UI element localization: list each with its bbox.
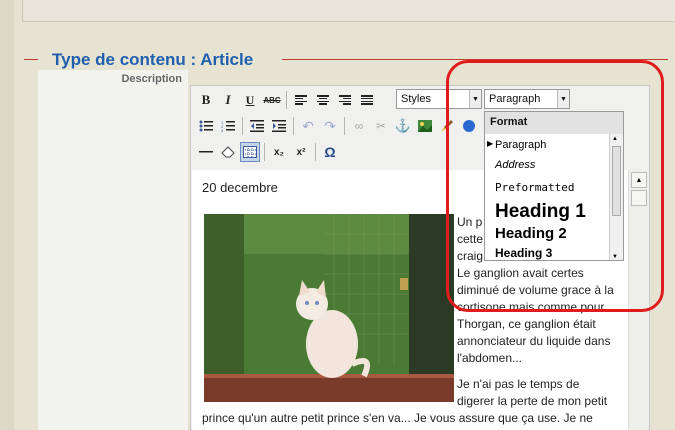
top-panel — [22, 0, 675, 22]
text-line: digerer la perte de mon petit — [457, 394, 608, 408]
remove-format-button[interactable] — [218, 142, 238, 162]
italic-button[interactable]: I — [218, 90, 238, 110]
special-char-button[interactable]: Ω — [320, 142, 340, 162]
anchor-button[interactable]: ⚓ — [393, 116, 413, 136]
image-icon — [418, 120, 432, 132]
toolbar-separator — [242, 117, 243, 135]
outdent-button[interactable] — [247, 116, 267, 136]
align-center-button[interactable] — [313, 90, 333, 110]
text-line: Thorgan, ce ganglion était — [457, 317, 596, 331]
text-line: Je n'ai pas le temps de — [457, 377, 580, 391]
unlink-button[interactable]: ✂ — [371, 116, 391, 136]
horizontal-rule-icon — [199, 151, 213, 153]
form-column — [38, 70, 188, 430]
subscript-button[interactable]: x₂ — [269, 142, 289, 162]
left-margin — [0, 0, 14, 430]
toolbar-separator — [286, 91, 287, 109]
cat-photo-image — [204, 214, 454, 402]
align-right-icon — [339, 95, 351, 105]
toolbar-separator — [293, 117, 294, 135]
fieldset-rule-left — [24, 59, 38, 60]
anchor-icon: ⚓ — [394, 118, 412, 133]
fieldset-legend: Type de contenu : Article — [52, 50, 254, 69]
link-button[interactable]: ∞ — [349, 116, 369, 136]
description-label: Description — [121, 73, 182, 85]
undo-icon: ↶ — [302, 117, 314, 134]
text-line: prince qu'un autre petit prince s'en va.… — [202, 411, 593, 425]
indent-button[interactable] — [269, 116, 289, 136]
toolbar-separator — [315, 143, 316, 161]
align-right-button[interactable] — [335, 90, 355, 110]
redo-button[interactable]: ↷ — [320, 116, 340, 136]
eraser-icon — [221, 146, 235, 158]
redo-icon: ↷ — [324, 117, 336, 134]
highlight-annotation — [446, 60, 664, 312]
align-left-icon — [295, 95, 307, 105]
unlink-icon: ✂ — [375, 119, 387, 133]
link-icon: ∞ — [354, 119, 364, 133]
toolbar-separator — [344, 117, 345, 135]
align-justify-button[interactable] — [357, 90, 377, 110]
bullet-list-icon — [199, 120, 213, 132]
align-left-button[interactable] — [291, 90, 311, 110]
bullet-list-button[interactable] — [196, 116, 216, 136]
text-line: l'abdomen... — [457, 351, 522, 365]
numbered-list-icon: 123 — [221, 120, 235, 132]
undo-button[interactable]: ↶ — [298, 116, 318, 136]
post-date: 20 decembre — [202, 180, 278, 195]
horizontal-rule-button[interactable] — [196, 142, 216, 162]
align-center-icon — [317, 95, 329, 105]
image-button[interactable] — [415, 116, 435, 136]
numbered-list-button[interactable]: 123 — [218, 116, 238, 136]
toolbar-row-3: x₂ x² Ω — [196, 140, 340, 164]
visual-aid-button[interactable] — [240, 142, 260, 162]
table-grid-icon — [243, 146, 257, 158]
svg-text:3: 3 — [221, 128, 224, 132]
strikethrough-button[interactable]: ABC — [262, 90, 282, 110]
cat-photo — [204, 214, 454, 402]
superscript-button[interactable]: x² — [291, 142, 311, 162]
align-justify-icon — [361, 95, 373, 105]
bold-button[interactable]: B — [196, 90, 216, 110]
styles-select-value: Styles — [401, 93, 431, 105]
toolbar-separator — [264, 143, 265, 161]
indent-icon — [272, 120, 286, 132]
outdent-icon — [250, 120, 264, 132]
underline-button[interactable]: U — [240, 90, 260, 110]
text-line: annonciateur du liquide dans — [457, 334, 611, 348]
toolbar-row-1: B I U ABC — [196, 88, 377, 112]
toolbar-row-2: 123 ↶ ↷ ∞ ✂ ⚓ — [196, 114, 479, 138]
article-text-2: Je n'ai pas le temps de digerer la perte… — [202, 376, 622, 427]
